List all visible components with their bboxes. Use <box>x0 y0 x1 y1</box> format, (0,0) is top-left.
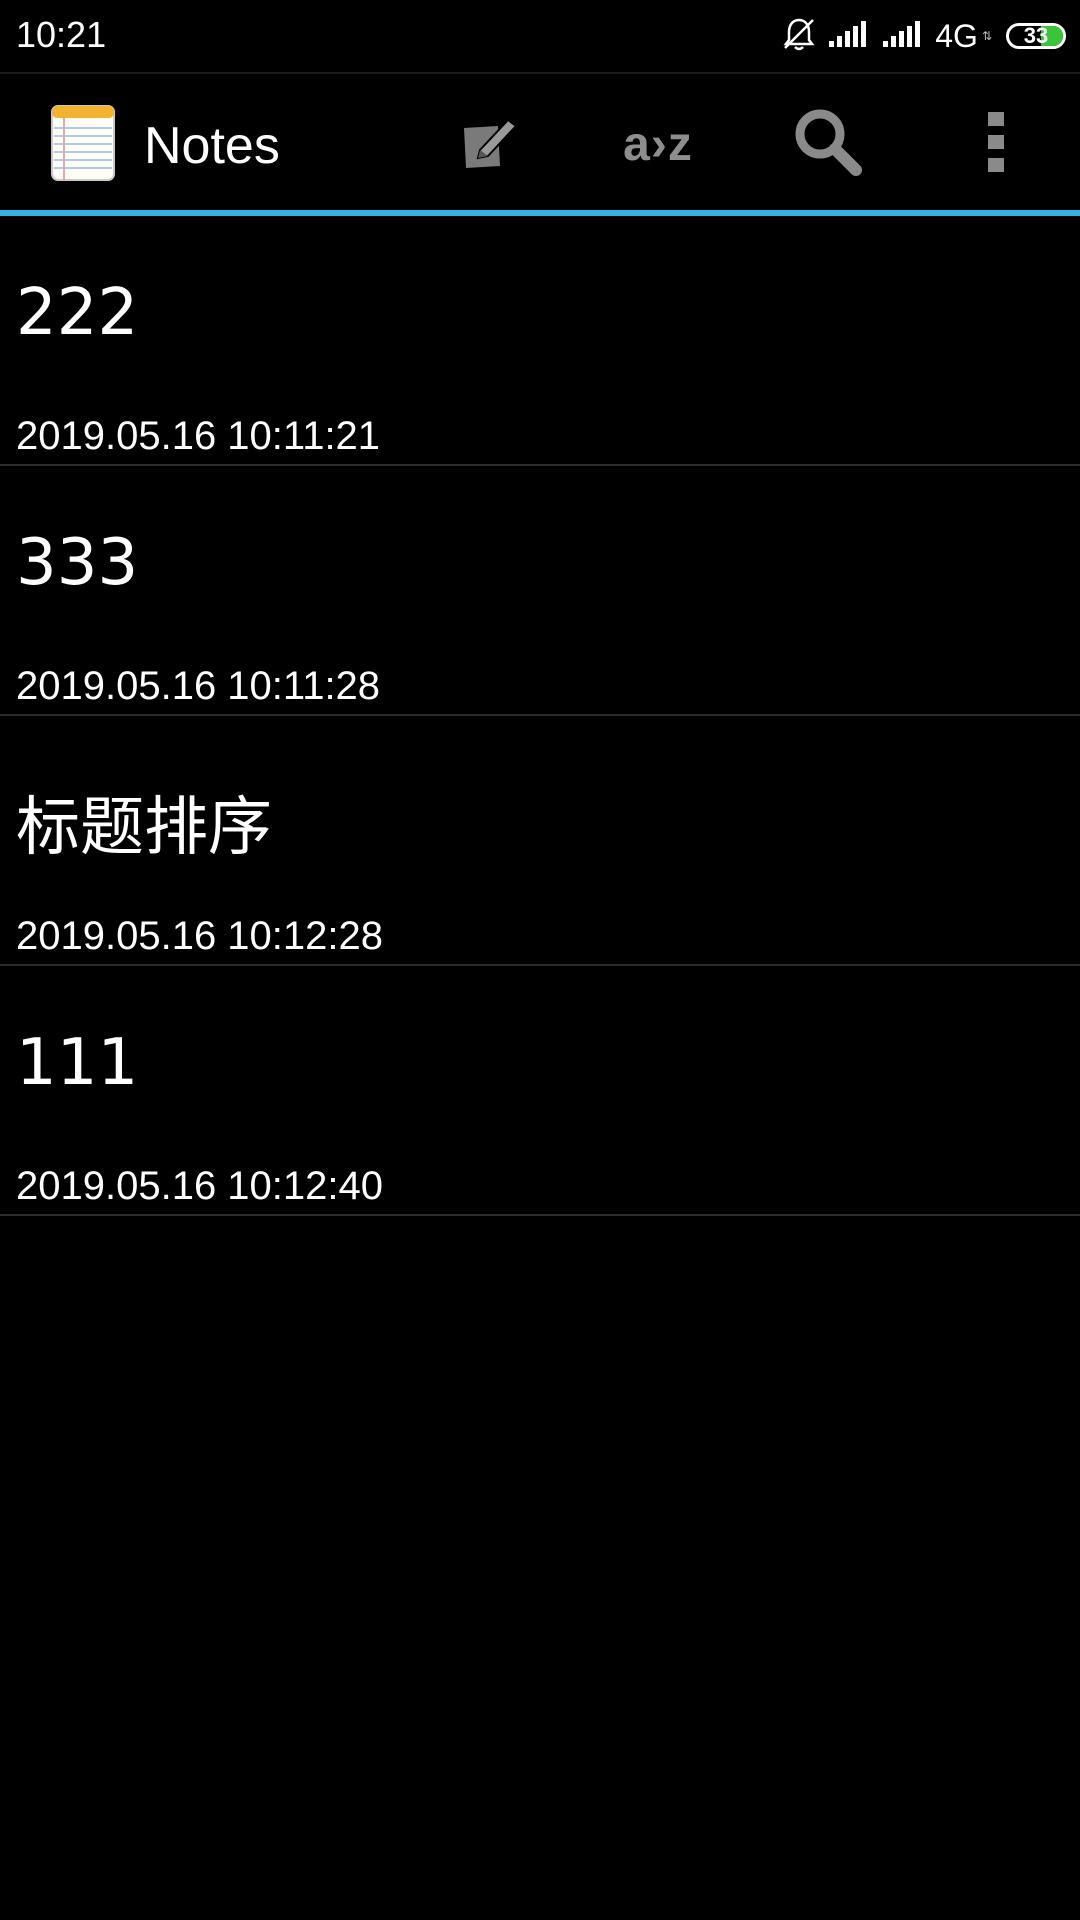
note-title: 标题排序 <box>16 791 272 865</box>
note-title: 111 <box>16 1026 139 1100</box>
status-time: 10:21 <box>16 14 107 55</box>
data-activity-icon: ⇅ <box>981 29 992 43</box>
note-timestamp: 2019.05.16 10:11:28 <box>16 664 381 708</box>
app-title: Notes <box>144 117 280 175</box>
note-item[interactable]: 222 2019.05.16 10:11:21 <box>0 216 1080 466</box>
action-bar: Notes a›z <box>0 74 1080 210</box>
new-note-icon <box>458 112 522 177</box>
note-timestamp: 2019.05.16 10:12:28 <box>16 914 384 958</box>
signal-icon-2 <box>881 19 925 54</box>
status-icons: 4G ⇅ 33 <box>781 14 1066 58</box>
signal-icon <box>827 19 871 54</box>
note-title: 222 <box>16 276 139 350</box>
note-item[interactable]: 333 2019.05.16 10:11:28 <box>0 466 1080 716</box>
note-item[interactable]: 111 2019.05.16 10:12:40 <box>0 966 1080 1216</box>
battery-level: 33 <box>1023 23 1049 48</box>
new-note-button[interactable] <box>440 96 540 192</box>
note-timestamp: 2019.05.16 10:11:21 <box>16 414 381 458</box>
note-item[interactable]: 标题排序 2019.05.16 10:12:28 <box>0 716 1080 966</box>
bell-muted-icon <box>781 16 817 57</box>
search-button[interactable] <box>778 96 878 192</box>
notepad-app-icon[interactable] <box>50 104 116 182</box>
sort-icon: a›z <box>623 117 693 171</box>
note-timestamp: 2019.05.16 10:12:40 <box>16 1164 384 1208</box>
note-title: 333 <box>16 526 139 600</box>
network-type: 4G <box>935 17 978 54</box>
search-icon <box>790 104 866 185</box>
overflow-menu-icon <box>984 110 1008 179</box>
battery-icon: 33 <box>1006 23 1066 49</box>
sort-button[interactable]: a›z <box>608 96 708 192</box>
overflow-menu-button[interactable] <box>946 96 1046 192</box>
notes-list: 222 2019.05.16 10:11:21 333 2019.05.16 1… <box>0 216 1080 1216</box>
status-bar: 10:21 4G ⇅ 33 <box>0 0 1080 74</box>
